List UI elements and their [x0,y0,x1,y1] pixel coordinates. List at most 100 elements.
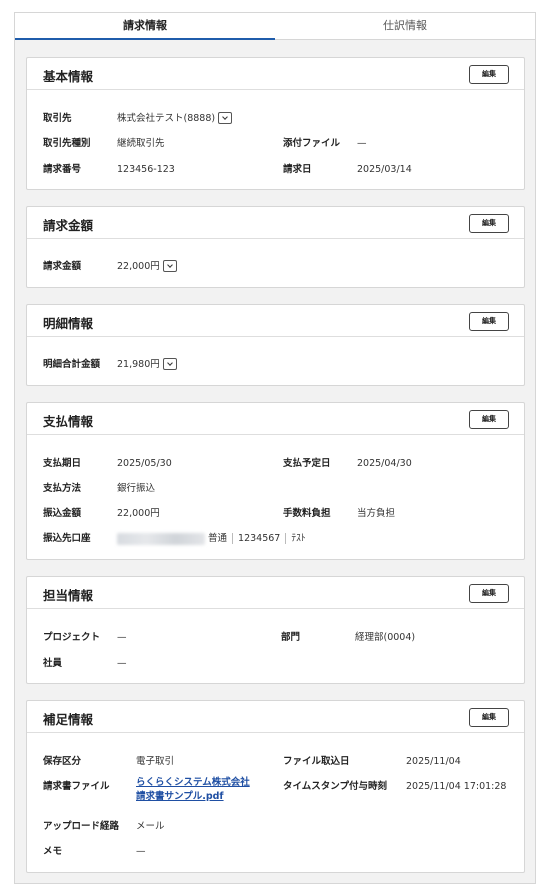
upload-route-row: アップロード経路 メール [43,818,165,832]
timestamp-label: タイムスタンプ付与時刻 [283,781,388,792]
partner-type-label: 取引先種別 [43,138,91,149]
payment-scheduled-row: 支払予定日 2025/04/30 [283,455,412,469]
employee-value: — [117,658,127,669]
divider [285,533,287,544]
invoice-amount-edit-button[interactable]: 編集 [469,214,509,233]
account-type-value: 普通 [208,533,228,544]
project-value: — [117,632,127,643]
detail-info-title: 明細情報 [43,316,94,331]
tab-invoice-info[interactable]: 請求情報 [15,13,275,40]
detail-info-card: 明細情報 編集 明細合計金額 21,980円 [26,304,525,386]
payment-due-value: 2025/05/30 [117,458,172,469]
invoice-amount-label: 請求金額 [43,261,82,272]
storage-value: 電子取引 [136,756,175,767]
memo-value: — [136,846,146,857]
payment-method-row: 支払方法 銀行振込 [43,480,155,494]
invoice-amount-title: 請求金額 [43,218,94,233]
staff-info-title: 担当情報 [43,588,94,603]
payment-method-label: 支払方法 [43,483,82,494]
department-label: 部門 [281,632,301,643]
upload-route-value: メール [136,821,165,832]
supplement-info-title: 補足情報 [43,712,94,727]
basic-info-card: 基本情報 編集 取引先 株式会社テスト(8888) 取引先種別 継続取引先 添付ファ… [26,57,525,190]
invoice-file-link-line2[interactable]: 請求書サンプル.pdf [136,790,250,804]
fee-row: 手数料負担 当方負担 [283,505,395,519]
invoice-file-row: 請求書ファイル らくらくシステム株式会社 請求書サンプル.pdf [43,776,250,804]
partner-type-row: 取引先種別 継続取引先 [43,135,165,149]
bank-account-row: 振込先口座 普通 1234567 ﾃｽﾄ [43,530,306,545]
partner-row: 取引先 株式会社テスト(8888) [43,110,233,125]
payment-info-header: 支払情報 編集 [27,403,524,435]
payment-info-edit-button[interactable]: 編集 [469,410,509,429]
invoice-date-value: 2025/03/14 [357,164,412,175]
payment-info-title: 支払情報 [43,414,94,429]
detail-total-row: 明細合計金額 21,980円 [43,356,177,371]
invoice-amount-value: 22,000円 [117,261,160,272]
employee-row: 社員 — [43,655,127,669]
transfer-amount-value: 22,000円 [117,508,160,519]
memo-row: メモ — [43,843,146,857]
invoice-amount-row: 請求金額 22,000円 [43,258,177,273]
storage-label: 保存区分 [43,756,82,767]
detail-total-label: 明細合計金額 [43,359,101,370]
partner-dropdown-icon[interactable] [218,111,233,124]
account-number-value: 1234567 [238,533,281,544]
tab-bar: 請求情報 仕訳情報 [15,13,535,40]
project-row: プロジェクト — [43,629,127,643]
invoice-date-label: 請求日 [283,164,312,175]
invoice-file-link[interactable]: らくらくシステム株式会社 請求書サンプル.pdf [136,776,250,804]
payment-due-label: 支払期日 [43,458,82,469]
detail-total-value: 21,980円 [117,359,160,370]
account-holder-value: ﾃｽﾄ [291,533,306,544]
attachment-row: 添付ファイル — [283,135,367,149]
detail-info-edit-button[interactable]: 編集 [469,312,509,331]
invoice-amount-card: 請求金額 編集 請求金額 22,000円 [26,206,525,288]
department-value: 経理部(0004) [355,632,416,643]
detail-info-header: 明細情報 編集 [27,305,524,337]
attachment-value: — [357,138,367,149]
project-label: プロジェクト [43,632,101,643]
upload-route-label: アップロード経路 [43,821,120,832]
bank-account-label: 振込先口座 [43,533,91,544]
invoice-no-value: 123456-123 [117,164,175,175]
invoice-detail-panel: 請求情報 仕訳情報 基本情報 編集 取引先 株式会社テスト(8888) 取引先種別… [14,12,536,884]
invoice-file-link-line1[interactable]: らくらくシステム株式会社 [136,776,250,790]
invoice-amount-header: 請求金額 編集 [27,207,524,239]
supplement-info-header: 補足情報 編集 [27,701,524,733]
transfer-amount-label: 振込金額 [43,508,82,519]
tab-journal-info[interactable]: 仕訳情報 [275,13,535,39]
invoice-no-row: 請求番号 123456-123 [43,161,175,175]
import-date-value: 2025/11/04 [406,756,461,767]
department-row: 部門 経理部(0004) [281,629,415,643]
transfer-amount-row: 振込金額 22,000円 [43,505,160,519]
payment-scheduled-label: 支払予定日 [283,458,331,469]
fee-value: 当方負担 [357,508,396,519]
partner-type-value: 継続取引先 [117,138,165,149]
partner-label: 取引先 [43,113,72,124]
staff-info-card: 担当情報 編集 プロジェクト — 部門 経理部(0004) 社員 — [26,576,525,684]
storage-row: 保存区分 電子取引 [43,753,174,767]
payment-method-value: 銀行振込 [117,483,156,494]
invoice-amount-dropdown-icon[interactable] [162,259,177,272]
bank-name-redacted [117,532,205,545]
supplement-info-card: 補足情報 編集 保存区分 電子取引 ファイル取込日 2025/11/04 請求書ファ… [26,700,525,873]
timestamp-value: 2025/11/04 17:01:28 [406,781,507,792]
staff-info-header: 担当情報 編集 [27,577,524,609]
payment-due-row: 支払期日 2025/05/30 [43,455,172,469]
payment-info-card: 支払情報 編集 支払期日 2025/05/30 支払予定日 2025/04/30 支… [26,402,525,560]
import-date-row: ファイル取込日 2025/11/04 [283,753,461,767]
invoice-date-row: 請求日 2025/03/14 [283,161,412,175]
import-date-label: ファイル取込日 [283,756,350,767]
divider [232,533,234,544]
memo-label: メモ [43,846,63,857]
supplement-info-edit-button[interactable]: 編集 [469,708,509,727]
timestamp-row: タイムスタンプ付与時刻 2025/11/04 17:01:28 [283,778,506,792]
detail-total-dropdown-icon[interactable] [162,357,177,370]
payment-scheduled-value: 2025/04/30 [357,458,412,469]
fee-label: 手数料負担 [283,508,331,519]
basic-info-edit-button[interactable]: 編集 [469,65,509,84]
basic-info-header: 基本情報 編集 [27,58,524,90]
basic-info-title: 基本情報 [43,69,94,84]
staff-info-edit-button[interactable]: 編集 [469,584,509,603]
employee-label: 社員 [43,658,63,669]
